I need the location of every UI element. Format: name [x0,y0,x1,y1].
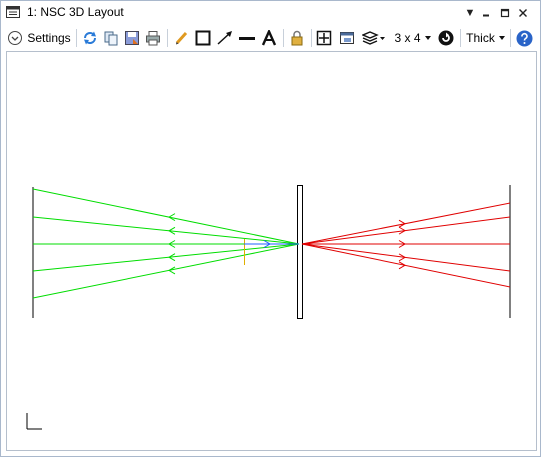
save-image-button[interactable] [122,27,142,49]
zoom-fit-button[interactable] [314,27,334,49]
line-thickness-label: Thick [466,31,495,45]
separator [311,29,312,47]
caret-down-icon [424,36,431,40]
settings-button[interactable]: Settings [5,27,73,49]
green-ray [32,243,300,272]
green-ray [32,188,300,245]
layout-canvas[interactable] [6,51,537,451]
green-ray-arrow [168,213,176,222]
pencil-icon [175,31,188,45]
rotate-icon [438,30,454,46]
rectangle-icon [195,30,211,46]
zoom-fit-icon [316,30,332,46]
window-view-button[interactable] [337,27,357,49]
green-ray [32,243,300,299]
line-thickness-dropdown[interactable]: Thick [464,27,508,49]
red-ray-bundle [301,202,511,288]
optical-layout-plot[interactable] [7,52,536,450]
pencil-button[interactable] [172,27,192,49]
close-icon[interactable] [518,4,536,22]
maximize-icon[interactable] [500,4,518,22]
toolbar: Settings 3 x 4 Thick [1,25,540,51]
lock-icon [291,30,303,46]
nsc-3d-layout-window: 1: NSC 3D Layout ▼ Settings 3 x 4 Thick [0,0,541,457]
separator [460,29,461,47]
printer-icon [146,31,160,46]
copy-button[interactable] [101,27,121,49]
red-ray [301,243,511,272]
red-ray [301,216,511,245]
separator [76,29,77,47]
red-ray [301,202,511,245]
arrow-icon [217,31,232,45]
help-button[interactable] [514,27,534,49]
save-image-icon [125,31,139,45]
chevron-down-circle-icon [8,31,23,45]
title-bar: 1: NSC 3D Layout ▼ [1,1,540,25]
separator [283,29,284,47]
print-button[interactable] [143,27,163,49]
line-icon [239,37,255,40]
refresh-button[interactable] [80,27,100,49]
text-icon [261,30,277,46]
rectangle-button[interactable] [193,27,213,49]
grid-layout-dropdown[interactable]: 3 x 4 [393,27,433,49]
help-icon [516,30,532,46]
layers-icon [362,31,385,45]
caret-down-icon [498,36,505,40]
arrow-button[interactable] [214,27,236,49]
separator [167,29,168,47]
window-icon [6,6,20,18]
pin-icon[interactable] [481,4,499,22]
line-button[interactable] [237,27,257,49]
lock-button[interactable] [287,27,307,49]
refresh-icon [84,31,96,45]
red-ray-arrow [398,261,406,270]
window-title: 1: NSC 3D Layout [27,5,124,19]
axis-indicator [26,413,42,430]
red-ray-arrow [398,219,406,228]
grid-layout-label: 3 x 4 [394,31,421,45]
green-ray-arrow [168,266,176,275]
window-view-icon [340,32,354,44]
copy-icon [104,31,118,46]
separator [510,29,511,47]
text-button[interactable] [259,27,279,49]
optical-element [297,185,303,319]
layers-dropdown[interactable] [360,27,388,49]
settings-label: Settings [27,31,71,45]
rotate-button[interactable] [436,27,456,49]
green-ray [32,216,300,245]
dropdown-icon[interactable]: ▼ [461,4,479,22]
red-ray [301,243,511,288]
